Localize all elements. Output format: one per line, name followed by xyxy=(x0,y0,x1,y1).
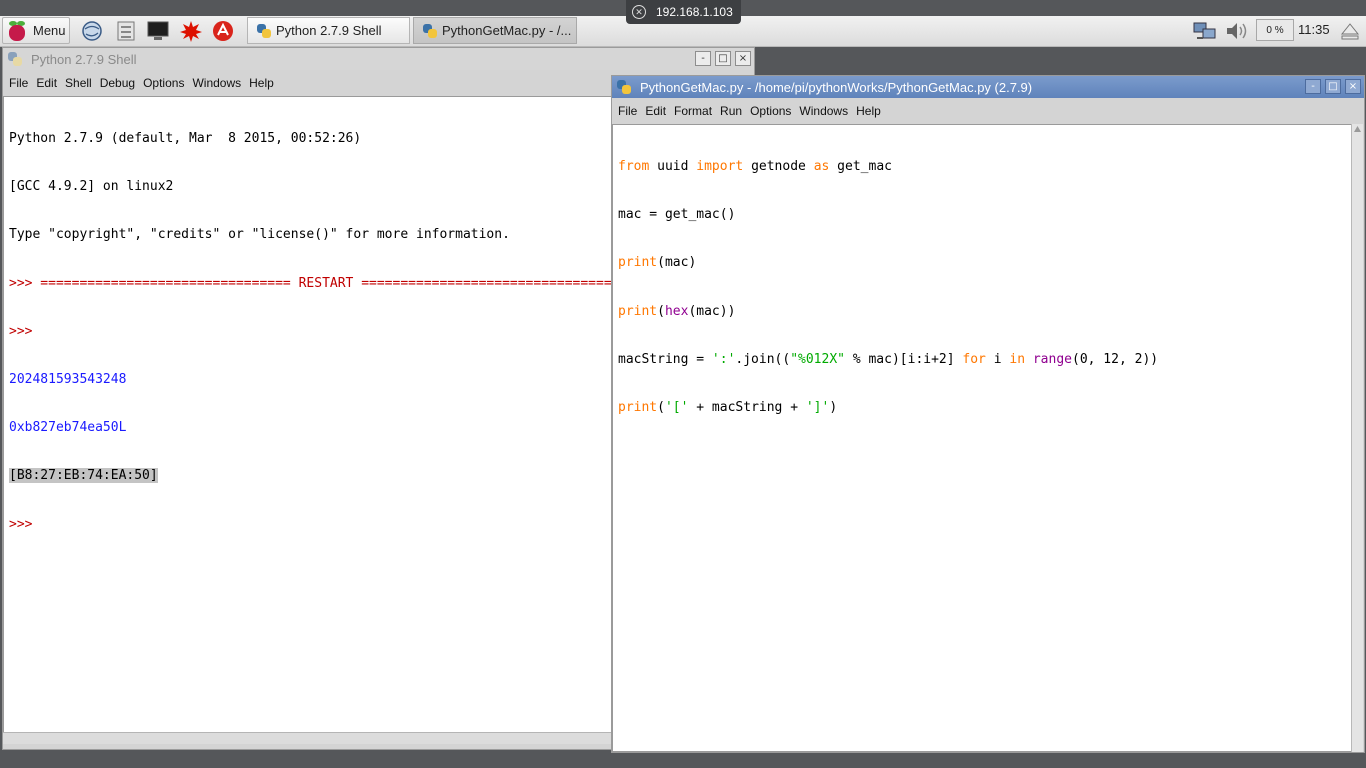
shell-window-title: Python 2.7.9 Shell xyxy=(31,51,137,67)
code-line-3: print(mac) xyxy=(618,255,697,271)
menu-options[interactable]: Options xyxy=(750,104,791,118)
cpu-usage-label: 0 % xyxy=(1266,24,1284,36)
menu-run[interactable]: Run xyxy=(720,104,742,118)
menu-debug[interactable]: Debug xyxy=(100,76,135,90)
menu-shell[interactable]: Shell xyxy=(65,76,92,90)
shell-line: [GCC 4.9.2] on linux2 xyxy=(9,179,174,195)
scroll-up-icon xyxy=(1354,126,1361,132)
horizontal-scrollbar[interactable] xyxy=(3,732,613,744)
shell-output-line: 0xb827eb74ea50L xyxy=(9,420,127,436)
code-line-4: print(hex(mac)) xyxy=(618,303,736,319)
menu-label: Menu xyxy=(33,23,66,38)
maximize-button[interactable]: □ xyxy=(715,51,731,66)
python-icon xyxy=(616,79,632,95)
taskbar-item-python-shell[interactable]: Python 2.7.9 Shell xyxy=(247,17,410,44)
editor-titlebar[interactable]: PythonGetMac.py - /home/pi/pythonWorks/P… xyxy=(612,76,1364,98)
editor-window: PythonGetMac.py - /home/pi/pythonWorks/P… xyxy=(611,75,1365,753)
shell-line: Python 2.7.9 (default, Mar 8 2015, 00:52… xyxy=(9,131,370,146)
menu-options[interactable]: Options xyxy=(143,76,184,90)
shell-prompt: >>> xyxy=(9,323,41,339)
desktop-bottom xyxy=(0,753,1366,768)
menu-button[interactable]: Menu xyxy=(2,17,70,44)
clock[interactable]: 11:35 xyxy=(1298,22,1330,37)
shell-line: Type "copyright", "credits" or "license(… xyxy=(9,227,510,243)
menu-help[interactable]: Help xyxy=(249,76,274,90)
minimize-button[interactable]: - xyxy=(695,51,711,66)
shell-output-line: 202481593543248 xyxy=(9,371,127,387)
file-manager-icon[interactable] xyxy=(114,20,138,42)
remote-address: 192.168.1.103 xyxy=(656,5,733,19)
python-icon xyxy=(7,51,23,67)
wolfram-icon[interactable] xyxy=(179,20,203,42)
editor-window-title: PythonGetMac.py - /home/pi/pythonWorks/P… xyxy=(640,79,1033,95)
shell-titlebar[interactable]: Python 2.7.9 Shell - □ × xyxy=(3,48,754,70)
mathematica-icon[interactable] xyxy=(211,20,235,42)
vertical-scrollbar[interactable] xyxy=(1351,124,1363,752)
taskbar-item-editor[interactable]: PythonGetMac.py - /... xyxy=(413,17,577,44)
shell-output-area[interactable]: Python 2.7.9 (default, Mar 8 2015, 00:52… xyxy=(3,96,613,743)
shell-prompt: >>> xyxy=(9,516,41,532)
python-icon xyxy=(422,23,438,39)
code-line-5: macString = ':'.join(("%012X" % mac)[i:i… xyxy=(618,351,1159,367)
menu-file[interactable]: File xyxy=(618,104,637,118)
web-browser-icon[interactable] xyxy=(80,20,104,42)
close-button[interactable]: × xyxy=(1345,79,1361,94)
python-icon xyxy=(256,23,272,39)
raspberry-pi-icon xyxy=(7,20,27,41)
terminal-icon[interactable] xyxy=(146,20,170,42)
minimize-button[interactable]: - xyxy=(1305,79,1321,94)
menu-file[interactable]: File xyxy=(9,76,28,90)
shell-output-selected: [B8:27:EB:74:EA:50] xyxy=(9,468,158,484)
code-line-6: print('[' + macString + ']') xyxy=(618,399,838,415)
editor-code-area[interactable]: from uuid import getnode as get_mac mac … xyxy=(612,124,1353,752)
shell-line-restart: >>> ================================ RES… xyxy=(9,275,612,291)
network-icon[interactable] xyxy=(1192,20,1216,42)
menu-help[interactable]: Help xyxy=(856,104,881,118)
menu-format[interactable]: Format xyxy=(674,104,712,118)
remote-connection-tab[interactable]: ✕ 192.168.1.103 xyxy=(626,0,741,24)
connection-icon: ✕ xyxy=(632,5,646,19)
menu-windows[interactable]: Windows xyxy=(192,76,241,90)
taskbar-item-label: PythonGetMac.py - /... xyxy=(442,23,572,38)
close-button[interactable]: × xyxy=(735,51,751,66)
code-line-2: mac = get_mac() xyxy=(618,207,736,223)
volume-icon[interactable] xyxy=(1224,20,1248,42)
taskbar-item-label: Python 2.7.9 Shell xyxy=(276,23,382,38)
code-line-1: from uuid import getnode as get_mac xyxy=(618,159,892,174)
menu-windows[interactable]: Windows xyxy=(799,104,848,118)
cpu-monitor: 0 % xyxy=(1256,19,1294,41)
eject-icon[interactable] xyxy=(1339,20,1363,42)
menu-edit[interactable]: Edit xyxy=(645,104,666,118)
maximize-button[interactable]: □ xyxy=(1325,79,1341,94)
editor-menubar: File Edit Format Run Options Windows Hel… xyxy=(612,100,1364,122)
menu-edit[interactable]: Edit xyxy=(36,76,57,90)
